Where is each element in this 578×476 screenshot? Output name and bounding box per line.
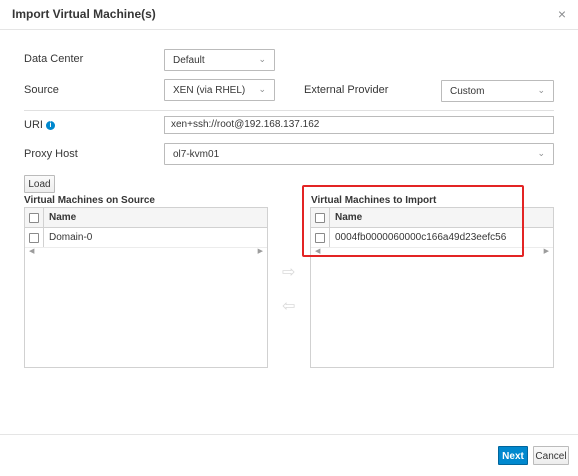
horizontal-scrollbar[interactable]: ◀ ▶ bbox=[311, 248, 553, 258]
source-label: Source bbox=[24, 84, 59, 96]
column-divider bbox=[43, 228, 44, 247]
row-checkbox[interactable] bbox=[29, 233, 39, 243]
chevron-down-icon: ⌄ bbox=[258, 84, 266, 94]
import-grid-header: Name bbox=[311, 208, 553, 228]
next-button[interactable]: Next bbox=[498, 446, 528, 465]
select-all-checkbox[interactable] bbox=[29, 213, 39, 223]
scroll-right-icon[interactable]: ▶ bbox=[258, 247, 263, 255]
import-list-title: Virtual Machines to Import bbox=[311, 195, 437, 206]
select-all-checkbox[interactable] bbox=[315, 213, 325, 223]
horizontal-scrollbar[interactable]: ◀ ▶ bbox=[25, 248, 267, 258]
data-center-value: Default bbox=[173, 55, 205, 66]
scroll-left-icon[interactable]: ◀ bbox=[315, 247, 320, 255]
proxy-host-label: Proxy Host bbox=[24, 148, 78, 160]
footer-divider bbox=[0, 434, 578, 435]
source-value: XEN (via RHEL) bbox=[173, 85, 246, 96]
source-grid-header: Name bbox=[25, 208, 267, 228]
proxy-host-select[interactable]: ol7-kvm01 ⌄ bbox=[164, 143, 554, 165]
info-icon[interactable]: i bbox=[45, 121, 55, 130]
chevron-down-icon: ⌄ bbox=[537, 85, 545, 95]
source-select[interactable]: XEN (via RHEL) ⌄ bbox=[164, 79, 275, 101]
source-list-title: Virtual Machines on Source bbox=[24, 195, 155, 206]
table-row[interactable]: 0004fb0000060000c166a49d23eefc56 bbox=[311, 228, 553, 248]
vm-name: 0004fb0000060000c166a49d23eefc56 bbox=[335, 232, 507, 243]
table-row[interactable]: Domain-0 bbox=[25, 228, 267, 248]
uri-label: URI i bbox=[24, 119, 55, 131]
proxy-host-value: ol7-kvm01 bbox=[173, 149, 220, 160]
row-checkbox[interactable] bbox=[315, 233, 325, 243]
move-left-arrow-icon[interactable]: ⇦ bbox=[282, 296, 295, 316]
vm-name: Domain-0 bbox=[49, 232, 93, 243]
chevron-down-icon: ⌄ bbox=[537, 148, 545, 158]
dialog-title: Import Virtual Machine(s) bbox=[12, 7, 156, 21]
scroll-right-icon[interactable]: ▶ bbox=[544, 247, 549, 255]
load-button[interactable]: Load bbox=[24, 175, 55, 193]
external-provider-select[interactable]: Custom ⌄ bbox=[441, 80, 554, 102]
external-provider-value: Custom bbox=[450, 86, 485, 97]
close-icon[interactable]: × bbox=[558, 6, 566, 22]
data-center-select[interactable]: Default ⌄ bbox=[164, 49, 275, 71]
source-vm-grid: Name Domain-0 ◀ ▶ bbox=[24, 207, 268, 368]
name-column-header[interactable]: Name bbox=[335, 212, 362, 223]
column-divider bbox=[329, 228, 330, 247]
external-provider-label: External Provider bbox=[304, 84, 389, 96]
dialog-header: Import Virtual Machine(s) × bbox=[0, 0, 578, 30]
name-column-header[interactable]: Name bbox=[49, 212, 76, 223]
cancel-button[interactable]: Cancel bbox=[533, 446, 569, 465]
import-vm-grid: Name 0004fb0000060000c166a49d23eefc56 ◀ … bbox=[310, 207, 554, 368]
column-divider bbox=[329, 208, 330, 227]
data-center-label: Data Center bbox=[24, 53, 84, 65]
scroll-left-icon[interactable]: ◀ bbox=[29, 247, 34, 255]
form-divider bbox=[24, 110, 554, 111]
move-right-arrow-icon[interactable]: ⇨ bbox=[282, 262, 295, 282]
column-divider bbox=[43, 208, 44, 227]
uri-input[interactable]: xen+ssh://root@192.168.137.162 bbox=[164, 116, 554, 134]
chevron-down-icon: ⌄ bbox=[258, 54, 266, 64]
uri-label-text: URI bbox=[24, 119, 43, 131]
